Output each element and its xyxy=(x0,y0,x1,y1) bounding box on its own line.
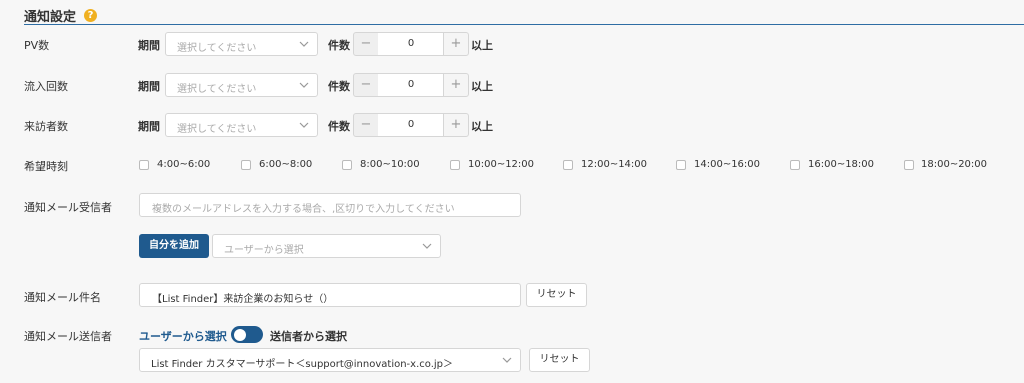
period-label: 期間 xyxy=(138,80,160,93)
increment-button[interactable]: + xyxy=(443,113,469,137)
recipients-label: 通知メール受信者 xyxy=(24,201,112,214)
time-slot-checkbox[interactable] xyxy=(342,160,352,170)
period-label: 期間 xyxy=(138,39,160,52)
pv-label: PV数 xyxy=(24,39,50,52)
recipients-email-input[interactable]: 複数のメールアドレスを入力する場合、,区切りで入力してください xyxy=(139,193,521,217)
time-slot-checkbox[interactable] xyxy=(676,160,686,170)
time-slot-checkbox[interactable] xyxy=(139,160,149,170)
time-slot-checkbox[interactable] xyxy=(904,160,914,170)
increment-button[interactable]: + xyxy=(443,32,469,56)
pv-period-select[interactable]: 選択してください xyxy=(165,32,318,56)
help-icon[interactable]: ? xyxy=(84,9,97,22)
time-slot-checkbox[interactable] xyxy=(563,160,573,170)
section-title: 通知設定 xyxy=(24,10,77,25)
count-label: 件数 xyxy=(328,39,350,52)
toggle-knob xyxy=(234,328,246,341)
sender-label: 通知メール送信者 xyxy=(24,330,112,343)
sender-selected-value: List Finder カスタマーサポート＜support@innovation… xyxy=(151,359,454,370)
decrement-button[interactable]: − xyxy=(353,73,379,97)
visitors-label: 来訪者数 xyxy=(24,120,68,133)
time-slot-label: 4:00~6:00 xyxy=(157,159,211,170)
chevron-down-icon xyxy=(422,243,432,249)
time-slot-label: 16:00~18:00 xyxy=(808,159,875,170)
time-slot-label: 10:00~12:00 xyxy=(468,159,535,170)
count-label: 件数 xyxy=(328,120,350,133)
toggle-option-user[interactable]: ユーザーから選択 xyxy=(139,328,227,344)
sender-select[interactable]: List Finder カスタマーサポート＜support@innovation… xyxy=(139,348,521,372)
time-slot-checkbox[interactable] xyxy=(450,160,460,170)
chevron-down-icon xyxy=(299,82,309,88)
visitors-period-select[interactable]: 選択してください xyxy=(165,113,318,137)
inflow-label: 流入回数 xyxy=(24,80,68,93)
title-divider xyxy=(24,24,1024,25)
suffix-label: 以上 xyxy=(471,39,493,52)
input-placeholder: 複数のメールアドレスを入力する場合、,区切りで入力してください xyxy=(152,204,455,215)
add-self-button[interactable]: 自分を追加 xyxy=(139,234,209,258)
sender-reset-button[interactable]: リセット xyxy=(529,348,590,372)
chevron-down-icon xyxy=(502,357,512,363)
count-label: 件数 xyxy=(328,80,350,93)
time-slot-label: 6:00~8:00 xyxy=(259,159,313,170)
select-placeholder: 選択してください xyxy=(177,43,257,54)
count-value[interactable]: 0 xyxy=(378,113,444,137)
sender-source-toggle[interactable] xyxy=(231,326,263,343)
subject-label: 通知メール件名 xyxy=(24,291,101,304)
time-slots-label: 希望時刻 xyxy=(24,160,68,173)
suffix-label: 以上 xyxy=(471,120,493,133)
period-label: 期間 xyxy=(138,120,160,133)
select-placeholder: 選択してください xyxy=(177,124,257,135)
decrement-button[interactable]: − xyxy=(353,113,379,137)
subject-value: 【List Finder】来訪企業のお知らせ（） xyxy=(152,294,334,305)
time-slot-checkbox[interactable] xyxy=(241,160,251,170)
time-slot-label: 14:00~16:00 xyxy=(694,159,761,170)
count-value[interactable]: 0 xyxy=(378,32,444,56)
user-select[interactable]: ユーザーから選択 xyxy=(212,234,441,258)
time-slot-label: 12:00~14:00 xyxy=(581,159,648,170)
time-slot-label: 18:00~20:00 xyxy=(921,159,988,170)
inflow-period-select[interactable]: 選択してください xyxy=(165,73,318,97)
time-slot-checkbox[interactable] xyxy=(790,160,800,170)
chevron-down-icon xyxy=(299,41,309,47)
decrement-button[interactable]: − xyxy=(353,32,379,56)
select-placeholder: ユーザーから選択 xyxy=(224,245,304,256)
suffix-label: 以上 xyxy=(471,80,493,93)
chevron-down-icon xyxy=(299,122,309,128)
count-value[interactable]: 0 xyxy=(378,73,444,97)
time-slot-label: 8:00~10:00 xyxy=(360,159,420,170)
toggle-option-sender[interactable]: 送信者から選択 xyxy=(270,328,347,344)
increment-button[interactable]: + xyxy=(443,73,469,97)
subject-reset-button[interactable]: リセット xyxy=(526,283,587,307)
subject-input[interactable]: 【List Finder】来訪企業のお知らせ（） xyxy=(139,283,521,307)
select-placeholder: 選択してください xyxy=(177,84,257,95)
